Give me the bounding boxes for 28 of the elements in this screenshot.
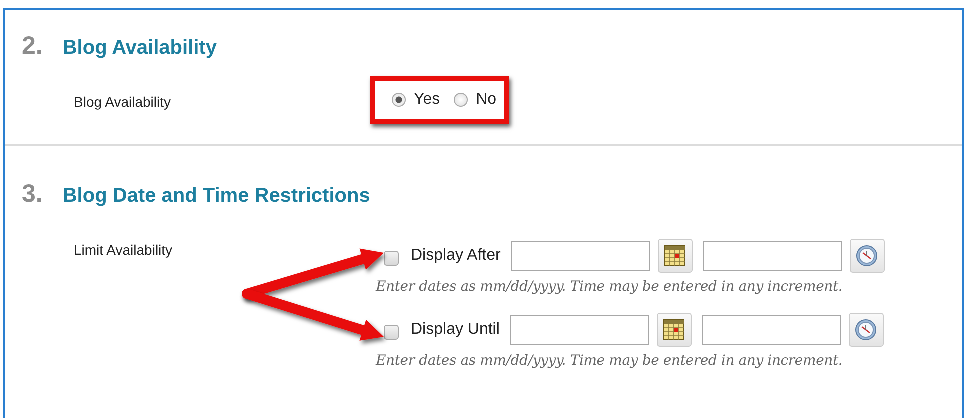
radio-button[interactable]	[454, 93, 468, 107]
section-number: 2.	[22, 32, 43, 61]
checkbox-label: Display Until	[411, 321, 500, 339]
calendar-icon	[663, 319, 686, 341]
checkbox-label: Display After	[411, 247, 501, 265]
date-field[interactable]	[510, 241, 650, 271]
section-title: Blog Availability	[62, 37, 217, 60]
clock-button[interactable]	[850, 239, 885, 273]
clock-icon	[855, 319, 878, 341]
section-number: 3.	[22, 180, 43, 209]
radio-button[interactable]	[392, 93, 406, 107]
radio-label: No	[476, 91, 497, 109]
hint-text: Enter dates as mm/dd/yyyy. Time may be entered in any increment.	[376, 353, 844, 369]
clock-icon	[856, 245, 878, 267]
checkbox[interactable]	[384, 324, 399, 340]
time-field[interactable]	[702, 315, 841, 345]
field-label: Blog Availability	[74, 93, 172, 110]
checkbox[interactable]	[384, 250, 399, 266]
section-title: Blog Date and Time Restrictions	[62, 185, 370, 208]
time-field[interactable]	[702, 241, 842, 271]
calendar-icon	[664, 245, 686, 267]
calendar-button[interactable]	[656, 313, 692, 347]
calendar-button[interactable]	[658, 239, 693, 273]
date-field[interactable]	[510, 315, 649, 345]
field-label: Limit Availability	[74, 241, 174, 260]
hint-text: Enter dates as mm/dd/yyyy. Time may be entered in any increment.	[376, 279, 844, 295]
radio-label: Yes	[414, 91, 440, 109]
clock-button[interactable]	[848, 313, 884, 347]
